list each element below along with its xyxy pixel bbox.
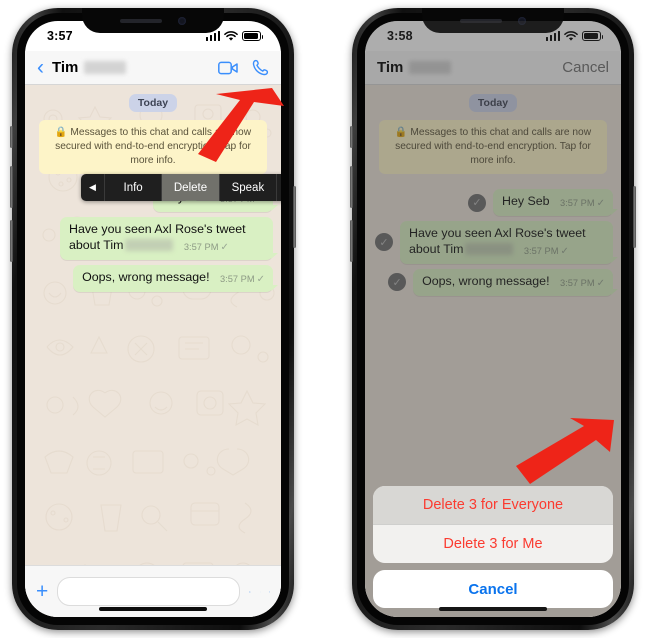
earpiece-speaker [120,18,162,23]
message-time: 3:57 PM [183,241,219,252]
silent-switch[interactable] [350,126,353,148]
message-row[interactable]: Oops, wrong message! 3:57 PM ✓ [25,264,281,292]
message-bubble[interactable]: Oops, wrong message! 3:57 PM ✓ [73,264,278,292]
context-menu-item-speak[interactable]: Speak [220,174,278,201]
phone-notch-left [82,8,224,33]
bubble-tail [271,252,278,259]
read-receipt-icon: ✓ [256,273,265,285]
plus-icon[interactable]: + [36,581,48,602]
wifi-icon [224,30,238,41]
action-sheet-cancel-button[interactable]: Cancel [373,570,613,608]
power-button[interactable] [633,186,636,248]
context-menu-item-delete[interactable]: Delete [162,174,220,201]
message-meta: 3:57 PM✓ [184,242,229,255]
bubble-tail [271,205,278,212]
front-camera-icon [178,16,186,25]
delete-for-everyone-button[interactable]: Delete 3 for Everyone [373,486,613,525]
home-indicator-left[interactable] [99,607,207,611]
microphone-icon[interactable] [269,583,270,601]
back-chevron-icon[interactable]: ‹ [37,57,44,78]
delete-action-sheet: Delete 3 for Everyone Delete 3 for Me Ca… [373,486,613,608]
redacted-name [125,238,174,251]
message-input[interactable] [57,577,241,606]
context-menu-next-icon[interactable]: ▶ [277,174,281,201]
action-sheet-options: Delete 3 for Everyone Delete 3 for Me [373,486,613,563]
read-receipt-icon: ✓ [220,241,229,253]
message-context-menu[interactable]: ◀ Info Delete Speak ▶ [81,174,281,201]
video-call-icon[interactable] [218,61,238,75]
battery-icon [242,31,264,41]
power-button[interactable] [293,186,296,248]
message-bubble[interactable]: Have you seen Axl Rose's tweet about Tim… [60,217,278,260]
context-menu-item-info[interactable]: Info [105,174,163,201]
delete-for-me-button[interactable]: Delete 3 for Me [373,525,613,563]
camera-icon[interactable] [249,584,251,600]
status-time: 3:57 [47,29,73,43]
phone-call-icon[interactable] [252,59,269,76]
volume-up-button[interactable] [350,166,353,208]
status-indicators [205,30,266,42]
screenshot-stage: Today 🔒 Messages to this chat and calls … [0,0,650,638]
home-indicator-right[interactable] [439,607,547,611]
message-time: 3:57 PM [219,273,255,284]
navbar-actions [218,59,269,76]
context-menu-tail [185,200,197,201]
bubble-tail [271,284,278,291]
encryption-notice-left[interactable]: 🔒 Messages to this chat and calls are no… [39,120,267,175]
chat-title-left[interactable]: Tim [52,59,78,76]
phone-right: Today 🔒 Messages to this chat and calls … [350,8,636,630]
silent-switch[interactable] [10,126,13,148]
context-menu-prev-icon[interactable]: ◀ [81,174,105,201]
phone-left-screen: Today 🔒 Messages to this chat and calls … [25,21,281,617]
phone-left: Today 🔒 Messages to this chat and calls … [10,8,296,630]
day-separator-left: Today [128,94,178,112]
phone-right-screen: Today 🔒 Messages to this chat and calls … [365,21,621,617]
volume-down-button[interactable] [350,220,353,262]
chat-navbar-left: ‹ Tim [25,51,281,85]
volume-down-button[interactable] [10,220,13,262]
message-meta: 3:57 PM✓ [220,274,265,287]
message-text: Oops, wrong message! [82,269,210,284]
chat-title-redacted [84,61,127,74]
volume-up-button[interactable] [10,166,13,208]
chat-body-left: Today 🔒 Messages to this chat and calls … [25,85,281,617]
message-row[interactable]: Have you seen Axl Rose's tweet about Tim… [25,217,281,260]
